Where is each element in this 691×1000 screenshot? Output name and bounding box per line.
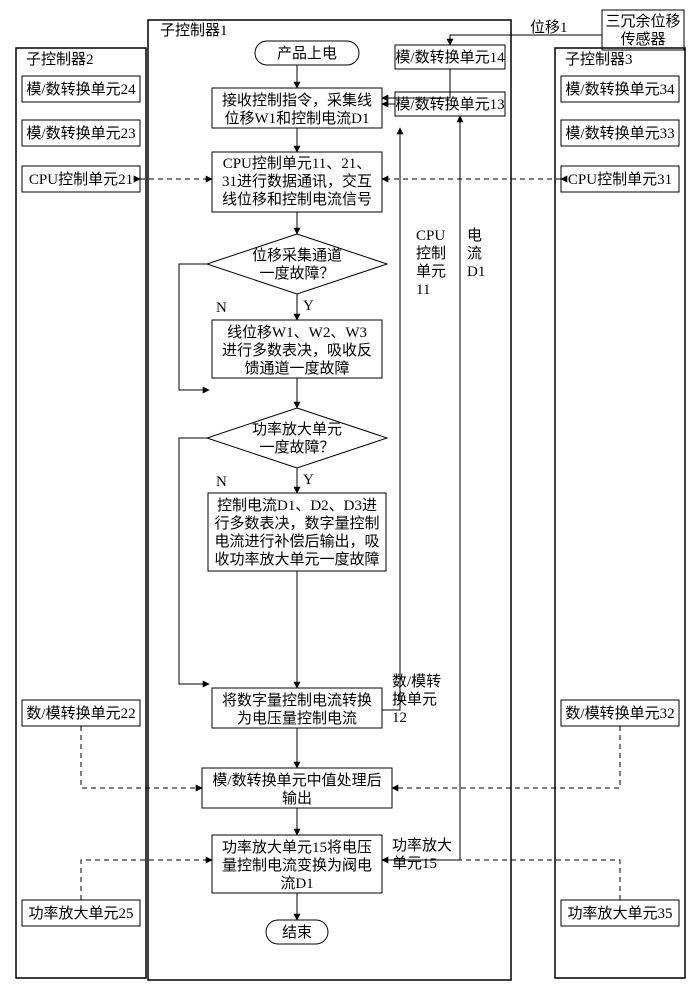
- title-ctrl2: 子控制器2: [26, 51, 94, 68]
- d1-l1: 电: [467, 227, 482, 244]
- vote1-l2: 进行多数表决，吸收反: [222, 342, 372, 359]
- vote1-l3: 馈通道一度故障: [244, 359, 349, 377]
- title-ctrl1: 子控制器1: [160, 22, 228, 39]
- comm-l1: CPU控制单元11、21、: [223, 155, 372, 172]
- dec1-l1: 位移采集通道: [252, 247, 342, 264]
- vote2-l3: 电流进行补偿后输出，吸: [214, 533, 379, 550]
- vote2-l1: 控制电流D1、D2、D3进: [217, 497, 377, 514]
- cpu-label-l3: 单元: [416, 263, 446, 280]
- adc23: 模/数转换单元23: [26, 125, 135, 142]
- amp-l1: 功率放大单元15将电压: [222, 839, 372, 856]
- dec2-l2: 一度故障？: [259, 438, 334, 456]
- cpu-label-l4: 11: [416, 282, 430, 298]
- recv-l1: 接收控制指令，采集线: [222, 92, 372, 109]
- sensor-block: 三冗余位移 传感器: [602, 10, 684, 50]
- dac-label-l3: 12: [392, 710, 407, 726]
- amp-l3: 流D1: [280, 875, 313, 892]
- d1-l2: 流: [467, 245, 482, 262]
- dac-l1: 将数字量控制电流转换: [222, 692, 372, 709]
- cpu21: CPU控制单元21: [29, 171, 133, 188]
- dec2-n: N: [216, 474, 227, 490]
- median-l1: 模/数转换单元中值处理后: [212, 772, 381, 789]
- d1-l3: D1: [467, 264, 485, 280]
- diagram-canvas: 子控制器1 子控制器2 子控制器3 三冗余位移 传感器 位移1 模/数转换单元2…: [0, 0, 691, 1000]
- dac22: 数/模转换单元22: [26, 705, 135, 722]
- cpu31: CPU控制单元31: [568, 171, 672, 188]
- cpu-label-l2: 控制: [416, 245, 446, 262]
- amp-label-l1: 功率放大: [392, 837, 452, 854]
- amp-l2: 量控制电流变换为阀电: [222, 857, 372, 874]
- adc24: 模/数转换单元24: [26, 81, 136, 98]
- adc14: 模/数转换单元14: [395, 49, 505, 66]
- amp25: 功率放大单元25: [28, 905, 133, 922]
- sensor-line1: 三冗余位移: [605, 12, 680, 30]
- vote2-l4: 收功率放大单元一度故障: [214, 550, 379, 568]
- recv-l2: 位移W1和控制电流D1: [225, 110, 370, 127]
- dec1-y: Y: [303, 298, 314, 314]
- dac-l2: 为电压量控制电流: [237, 710, 357, 727]
- vote2-l2: 行多数表决，数字量控制: [214, 515, 379, 532]
- sensor-line2: 传感器: [620, 31, 665, 48]
- vote1-l1: 线位移W1、W2、W3: [227, 324, 367, 341]
- dec2-l1: 功率放大单元: [252, 421, 342, 438]
- comm-l2: 31进行数据通讯，交互: [222, 172, 372, 190]
- dec2-y: Y: [303, 472, 314, 488]
- adc33: 模/数转换单元33: [565, 125, 674, 142]
- adc13: 模/数转换单元13: [395, 96, 504, 113]
- dec1-l2: 一度故障？: [259, 264, 334, 282]
- amp-label-l2: 单元15: [392, 855, 437, 872]
- dac-label-l1: 数/模转: [392, 673, 441, 690]
- end: 结束: [282, 924, 312, 941]
- dac32: 数/模转换单元32: [565, 705, 674, 722]
- median-l2: 输出: [282, 790, 312, 807]
- amp35: 功率放大单元35: [567, 905, 672, 922]
- comm-l3: 线位移和控制电流信号: [222, 191, 372, 208]
- adc34: 模/数转换单元34: [565, 81, 675, 98]
- sensor-out-label: 位移1: [530, 19, 568, 36]
- start: 产品上电: [277, 45, 337, 62]
- dac-label-l2: 换单元: [392, 691, 437, 708]
- dec1-n: N: [216, 300, 227, 316]
- title-ctrl3: 子控制器3: [565, 51, 633, 68]
- cpu-label-l1: CPU: [416, 228, 445, 244]
